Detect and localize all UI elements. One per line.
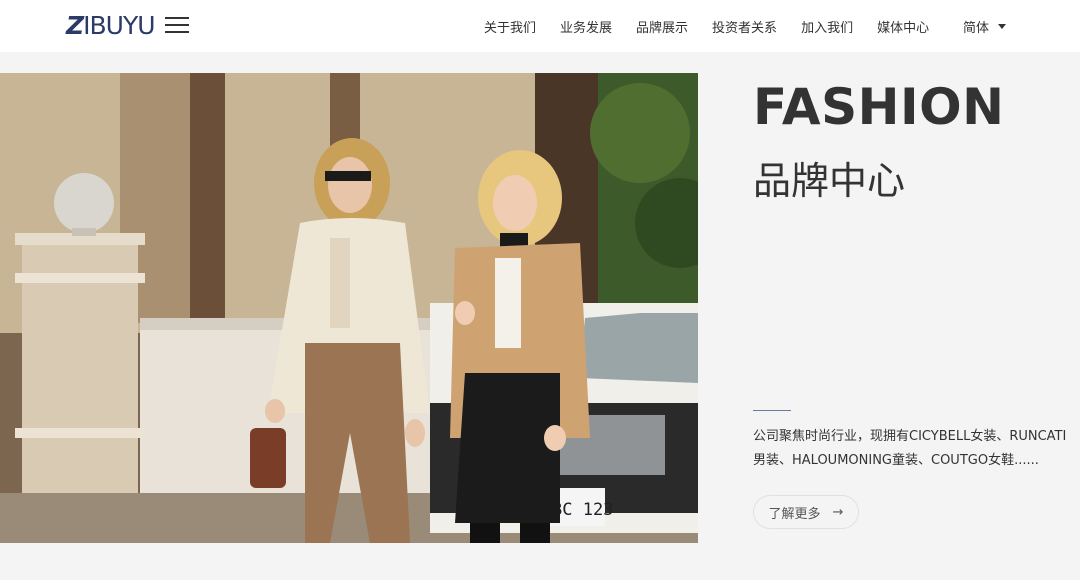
nav-item-careers[interactable]: 加入我们: [801, 17, 853, 36]
hero-photo: BC 123: [0, 73, 698, 543]
language-selector[interactable]: 简体: [963, 17, 1007, 36]
site-header: ZIBUYU 关于我们 业务发展 品牌展示 投资者关系 加入我们 媒体中心 简体: [0, 0, 1080, 52]
learn-more-button[interactable]: 了解更多 →: [753, 495, 859, 529]
brand-panel: FASHION 品牌中心 公司聚焦时尚行业，现拥有CICYBELL女装、RUNC…: [698, 52, 1080, 580]
hero-description: 公司聚焦时尚行业，现拥有CICYBELL女装、RUNCATI男装、HALOUMO…: [753, 429, 1067, 468]
chevron-down-icon: [998, 24, 1007, 29]
nav-item-business[interactable]: 业务发展: [560, 17, 612, 36]
arrow-right-icon: →: [832, 504, 844, 520]
license-plate-text: BC 123: [552, 500, 613, 520]
nav-item-brands[interactable]: 品牌展示: [636, 17, 688, 36]
nav-item-investors[interactable]: 投资者关系: [712, 17, 777, 36]
fashion-photo-illustration: BC 123: [0, 73, 698, 543]
nav-item-about[interactable]: 关于我们: [484, 17, 536, 36]
language-label: 简体: [963, 21, 990, 36]
main-nav: 关于我们 业务发展 品牌展示 投资者关系 加入我们 媒体中心: [472, 0, 941, 52]
hero-subtitle: 品牌中心: [753, 159, 906, 203]
learn-more-label: 了解更多: [768, 506, 821, 522]
nav-item-media[interactable]: 媒体中心: [877, 17, 929, 36]
brand-logo[interactable]: ZIBUYU: [66, 11, 156, 40]
hero-title: FASHION: [753, 78, 1005, 136]
hamburger-menu-icon[interactable]: [165, 16, 189, 34]
divider: [753, 410, 791, 411]
